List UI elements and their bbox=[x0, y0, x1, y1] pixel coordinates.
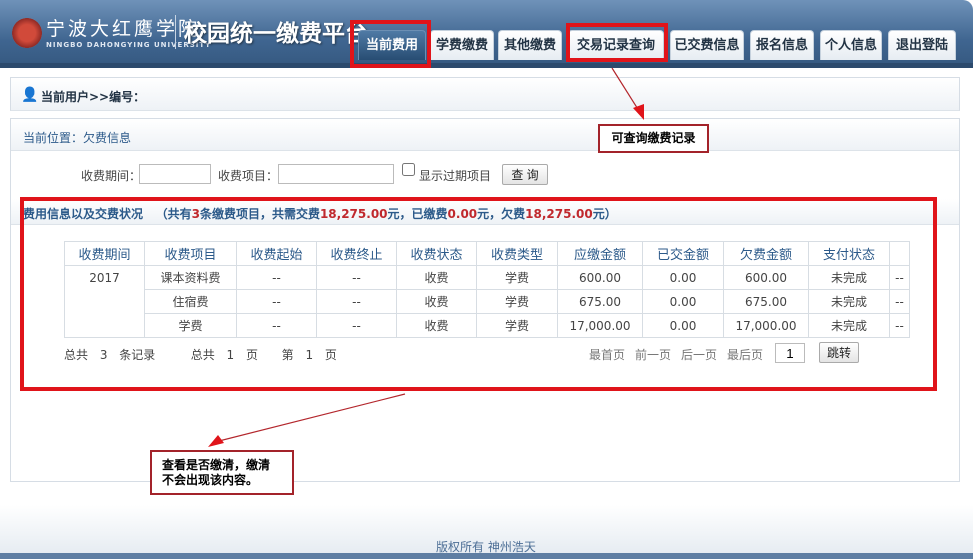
footer-bar bbox=[0, 553, 973, 559]
footer: 版权所有 神州浩天 bbox=[0, 505, 973, 554]
callout-paid: 查看是否缴清，缴清 不会出现该内容。 bbox=[150, 450, 294, 495]
callout-records: 可查询缴费记录 bbox=[598, 124, 709, 153]
annotation-arrows bbox=[208, 67, 644, 447]
